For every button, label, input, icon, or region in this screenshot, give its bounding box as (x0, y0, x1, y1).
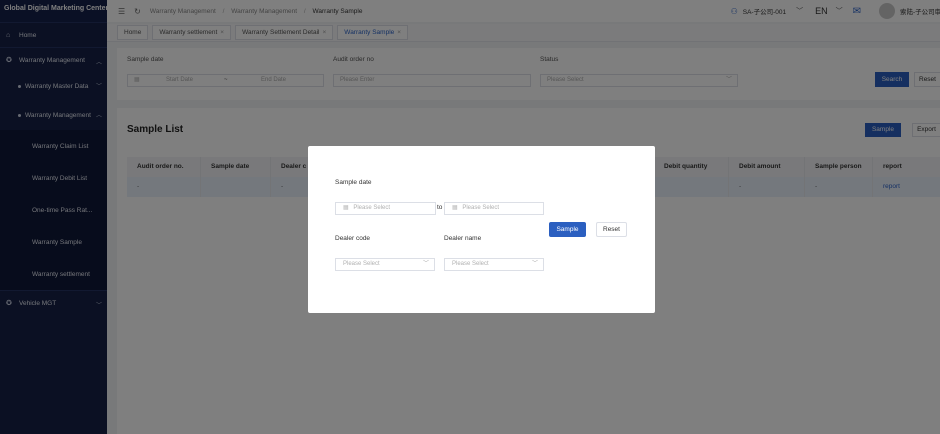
dealer-name-select[interactable]: Please Select ﹀ (444, 258, 544, 271)
date-to-placeholder: Please Select (462, 205, 500, 211)
dealer-name-placeholder: Please Select (452, 261, 489, 267)
dealer-name-label: Dealer name (444, 235, 482, 242)
sample-date-from-input[interactable]: ▦ Please Select (335, 202, 436, 215)
dealer-code-select[interactable]: Please Select ﹀ (335, 258, 435, 271)
to-label: to (437, 204, 443, 211)
calendar-icon: ▦ (343, 205, 349, 211)
sample-button[interactable]: Sample (549, 222, 586, 237)
sample-date-label: Sample date (335, 179, 372, 186)
reset-button[interactable]: Reset (596, 222, 627, 237)
chevron-down-icon: ﹀ (422, 261, 429, 267)
date-from-placeholder: Please Select (353, 205, 391, 211)
chevron-down-icon: ﹀ (531, 261, 538, 267)
sample-date-to-input[interactable]: ▦ Please Select (444, 202, 544, 215)
sample-dialog: Sample date ▦ Please Select to ▦ Please … (308, 146, 655, 313)
calendar-icon: ▦ (452, 205, 458, 211)
dealer-code-placeholder: Please Select (343, 261, 380, 267)
dealer-code-label: Dealer code (335, 235, 371, 242)
